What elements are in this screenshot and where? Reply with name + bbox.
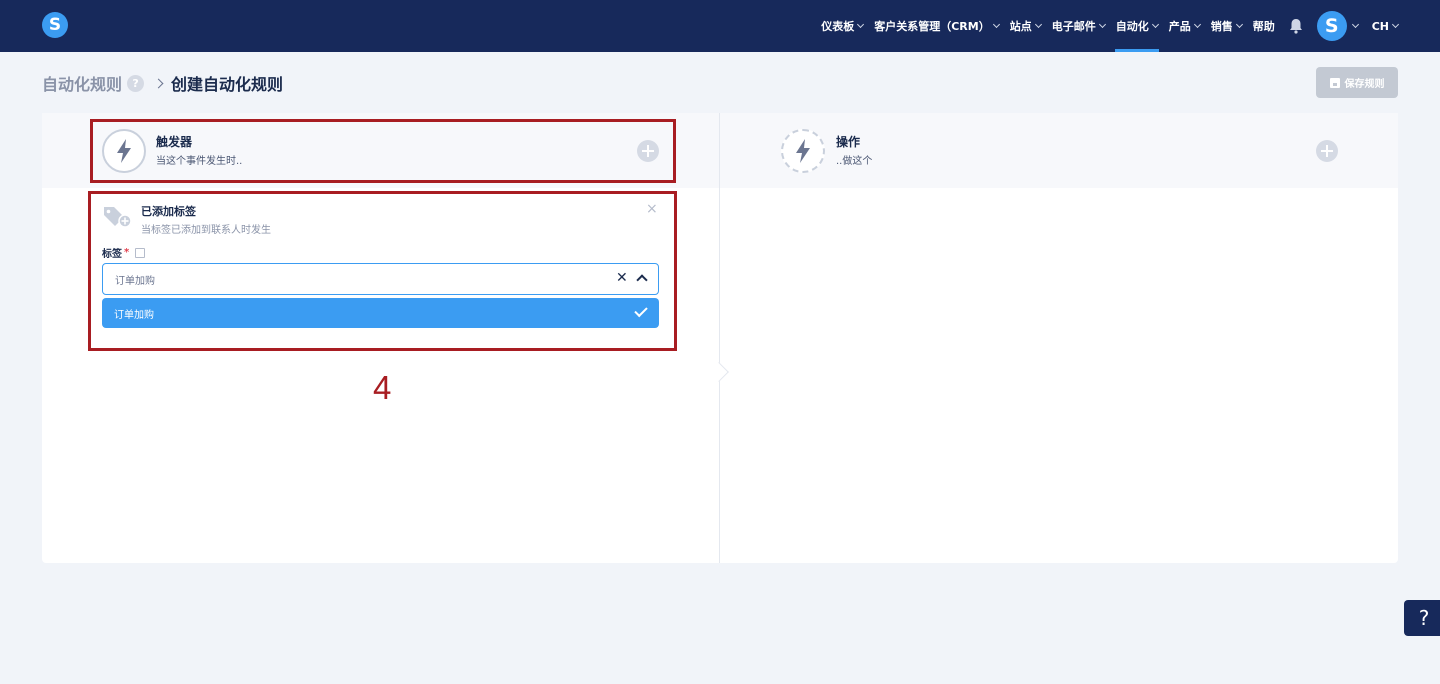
chevron-down-icon [1098, 20, 1106, 29]
chevron-down-icon[interactable] [1351, 20, 1359, 29]
language-switcher[interactable]: CH [1372, 0, 1400, 52]
annotation-box-tag-config [88, 191, 677, 351]
save-rule-button[interactable]: 保存规则 [1316, 67, 1398, 98]
bell-icon[interactable] [1289, 18, 1303, 34]
main-nav: 仪表板 客户关系管理（CRM） 站点 电子邮件 自动化 产品 销售 帮助 S C… [810, 0, 1440, 52]
save-icon [1329, 77, 1340, 88]
nav-dashboard[interactable]: 仪表板 [821, 0, 865, 52]
action-subtitle: ..做这个 [836, 156, 873, 167]
nav-crm[interactable]: 客户关系管理（CRM） [874, 0, 1000, 52]
chevron-down-icon [1193, 20, 1201, 29]
nav-sales[interactable]: 销售 [1211, 0, 1243, 52]
chevron-down-icon [992, 20, 1000, 29]
action-title: 操作 [836, 135, 861, 149]
help-chat-button[interactable]: ? [1404, 600, 1440, 636]
annotation-box-trigger [90, 119, 676, 183]
chevron-down-icon [1235, 20, 1243, 29]
lightning-icon [781, 129, 825, 173]
nav-sites[interactable]: 站点 [1010, 0, 1042, 52]
chevron-down-icon [1034, 20, 1042, 29]
brand-logo[interactable]: S [42, 12, 68, 38]
nav-automation[interactable]: 自动化 [1114, 0, 1159, 52]
annotation-step-number: 4 [373, 369, 392, 406]
page-title: 创建自动化规则 [171, 75, 284, 94]
chevron-down-icon [1391, 20, 1400, 29]
breadcrumb: 自动化规则 ? 创建自动化规则 [42, 71, 283, 95]
column-divider [719, 113, 720, 563]
nav-help[interactable]: 帮助 [1253, 0, 1275, 52]
chevron-down-icon [1151, 20, 1159, 29]
add-action-plus-icon[interactable] [1316, 140, 1338, 162]
chevron-right-icon [153, 78, 164, 88]
flow-arrow [709, 362, 729, 382]
user-avatar[interactable]: S [1316, 11, 1347, 41]
nav-products[interactable]: 产品 [1169, 0, 1201, 52]
help-icon[interactable]: ? [127, 74, 145, 92]
top-navbar: S 仪表板 客户关系管理（CRM） 站点 电子邮件 自动化 产品 销售 帮助 S… [0, 0, 1440, 52]
chevron-down-icon [857, 20, 865, 29]
nav-email[interactable]: 电子邮件 [1052, 0, 1106, 52]
breadcrumb-root-link[interactable]: 自动化规则 [42, 71, 122, 95]
